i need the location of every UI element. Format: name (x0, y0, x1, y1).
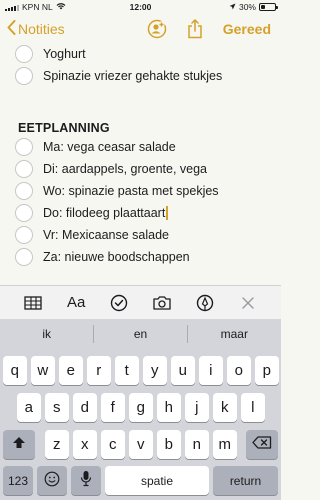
key-p[interactable]: p (255, 356, 279, 385)
done-button[interactable]: Gereed (223, 21, 271, 37)
key-c[interactable]: c (101, 430, 125, 459)
checklist-item-text: Do: filodeeg plaattaart (43, 205, 166, 220)
share-icon[interactable] (185, 19, 205, 39)
signal-icon (5, 4, 19, 11)
location-icon (229, 2, 236, 12)
key-a[interactable]: a (17, 393, 41, 422)
back-button[interactable]: Notities (0, 20, 65, 38)
key-m[interactable]: m (213, 430, 237, 459)
checklist-checkbox[interactable] (15, 204, 33, 222)
backspace-key[interactable] (246, 430, 278, 459)
checklist-checkbox[interactable] (15, 226, 33, 244)
checklist-checkbox[interactable] (15, 182, 33, 200)
carrier: KPN NL (22, 2, 53, 12)
battery-icon (258, 3, 278, 11)
checklist-item-text[interactable]: Di: aardappels, groente, vega (43, 162, 207, 176)
backspace-icon (252, 436, 272, 453)
chevron-left-icon (7, 20, 16, 38)
checklist-item-text[interactable]: Wo: spinazie pasta met spekjes (43, 184, 219, 198)
key-r[interactable]: r (87, 356, 111, 385)
suggestion-item[interactable]: ik (0, 327, 93, 341)
keyboard: q w e r t y u i o p a s d f g h j k l z … (0, 348, 281, 500)
checklist-item-text[interactable]: Yoghurt (43, 47, 86, 61)
markup-icon[interactable] (192, 290, 218, 316)
return-key[interactable]: return (213, 466, 278, 495)
section-title[interactable]: EETPLANNING (18, 121, 110, 135)
key-z[interactable]: z (45, 430, 69, 459)
battery-percentage: 30% (238, 2, 256, 12)
dictation-key[interactable] (71, 466, 101, 495)
checklist-checkbox[interactable] (15, 248, 33, 266)
checklist-item-active[interactable]: Do: filodeeg plaattaart (43, 206, 168, 221)
suggestion-item[interactable]: en (94, 327, 187, 341)
back-label: Notities (18, 21, 65, 37)
key-h[interactable]: h (157, 393, 181, 422)
shift-key[interactable] (3, 430, 35, 459)
key-k[interactable]: k (213, 393, 237, 422)
shift-icon (12, 436, 26, 453)
suggestion-item[interactable]: maar (188, 327, 281, 341)
checklist-item-text[interactable]: Za: nieuwe boodschappen (43, 250, 190, 264)
key-b[interactable]: b (157, 430, 181, 459)
close-icon[interactable] (235, 290, 261, 316)
checklist-checkbox[interactable] (15, 138, 33, 156)
numbers-key[interactable]: 123 (3, 466, 33, 495)
checklist-item-text[interactable]: Spinazie vriezer gehakte stukjes (43, 69, 222, 83)
text-cursor (166, 206, 168, 221)
key-q[interactable]: q (3, 356, 27, 385)
microphone-icon (80, 470, 92, 491)
wifi-icon (56, 2, 66, 12)
add-person-icon[interactable] (147, 19, 167, 39)
key-g[interactable]: g (129, 393, 153, 422)
checklist-checkbox[interactable] (15, 45, 33, 63)
suggestion-bar: ik en maar (0, 319, 281, 348)
format-icon[interactable]: Aa (63, 290, 89, 316)
checklist-item-text[interactable]: Vr: Mexicaanse salade (43, 228, 169, 242)
key-t[interactable]: t (115, 356, 139, 385)
clock: 12:00 (129, 2, 152, 12)
key-j[interactable]: j (185, 393, 209, 422)
key-s[interactable]: s (45, 393, 69, 422)
camera-icon[interactable] (149, 290, 175, 316)
key-i[interactable]: i (199, 356, 223, 385)
key-x[interactable]: x (73, 430, 97, 459)
key-f[interactable]: f (101, 393, 125, 422)
emoji-icon (44, 471, 60, 491)
key-o[interactable]: o (227, 356, 251, 385)
key-v[interactable]: v (129, 430, 153, 459)
checklist-checkbox[interactable] (15, 67, 33, 85)
key-w[interactable]: w (31, 356, 55, 385)
format-label: Aa (67, 294, 86, 311)
checklist-icon[interactable] (106, 290, 132, 316)
key-d[interactable]: d (73, 393, 97, 422)
format-toolbar: Aa (0, 285, 281, 319)
checklist-checkbox[interactable] (15, 160, 33, 178)
key-u[interactable]: u (171, 356, 195, 385)
key-n[interactable]: n (185, 430, 209, 459)
status-bar: KPN NL 12:00 30% (0, 0, 281, 14)
table-icon[interactable] (20, 290, 46, 316)
key-e[interactable]: e (59, 356, 83, 385)
space-key[interactable]: spatie (105, 466, 209, 495)
key-y[interactable]: y (143, 356, 167, 385)
navigation-bar: Notities Gereed (0, 14, 281, 44)
emoji-key[interactable] (37, 466, 67, 495)
key-l[interactable]: l (241, 393, 265, 422)
checklist-item-text[interactable]: Ma: vega ceasar salade (43, 140, 176, 154)
